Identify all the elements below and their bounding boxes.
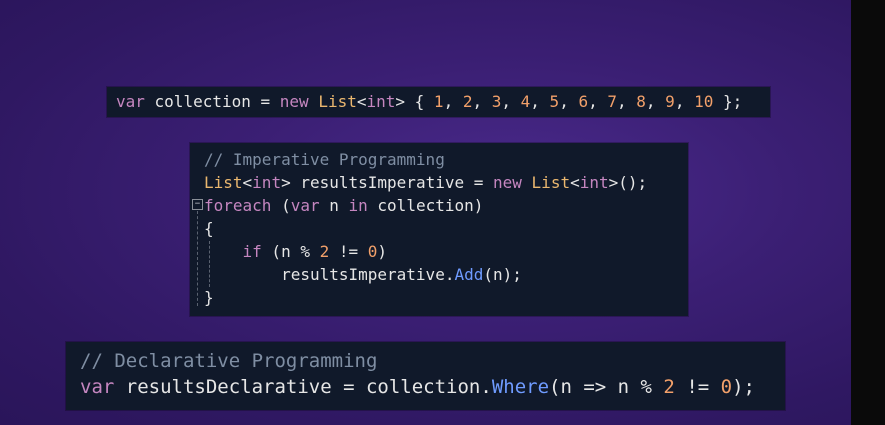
code-line: resultsImperative.Add(n); xyxy=(204,265,522,284)
code-token: } xyxy=(204,288,214,307)
code-snippet-declarative: // Declarative Programming var resultsDec… xyxy=(66,342,785,410)
code-token: != xyxy=(329,242,368,261)
code-token: int xyxy=(366,92,396,111)
code-line: var collection = new List<int> { 1, 2, 3… xyxy=(116,92,742,111)
code-token: var xyxy=(290,196,320,215)
code-token: // Declarative Programming xyxy=(80,350,378,372)
code-token: int xyxy=(252,173,282,192)
code-token: List xyxy=(204,173,243,192)
code-token: 0 xyxy=(720,376,733,398)
code-line: } xyxy=(204,288,214,307)
code-token: var xyxy=(116,92,145,111)
code-token: > resultsImperative = xyxy=(281,173,493,192)
code-token: List xyxy=(318,92,357,111)
code-token: , xyxy=(617,92,637,111)
code-token: , xyxy=(443,92,463,111)
code-token: { xyxy=(204,219,214,238)
code-token: 3 xyxy=(491,92,502,111)
code-token: 10 xyxy=(694,92,714,111)
code-token: foreach xyxy=(204,196,272,215)
code-token: 6 xyxy=(578,92,589,111)
indent-guide xyxy=(197,211,198,306)
code-token: > { xyxy=(395,92,434,111)
code-token: , xyxy=(472,92,492,111)
code-token: collection) xyxy=(367,196,484,215)
code-line: if (n % 2 != 0) xyxy=(204,242,388,261)
code-token: 8 xyxy=(636,92,646,111)
code-token: collection = xyxy=(144,92,280,111)
code-token: in xyxy=(348,196,368,215)
right-edge-bar xyxy=(851,0,885,425)
code-token: 2 xyxy=(319,242,330,261)
code-token: 7 xyxy=(607,92,617,111)
code-snippet-collection: var collection = new List<int> { 1, 2, 3… xyxy=(107,87,770,117)
code-token: , xyxy=(645,92,666,111)
code-token: 9 xyxy=(665,92,675,111)
code-token: ) xyxy=(377,242,388,261)
code-line: var resultsDeclarative = collection.Wher… xyxy=(80,376,755,398)
code-token: (n => n % xyxy=(549,376,664,398)
code-token: resultsDeclarative = collection. xyxy=(114,376,492,398)
code-token: }; xyxy=(713,92,743,111)
code-token: >(); xyxy=(608,173,648,192)
code-token: Where xyxy=(491,376,550,398)
code-token: 1 xyxy=(433,92,444,111)
code-token: 4 xyxy=(520,92,531,111)
code-line: List<int> resultsImperative = new List<i… xyxy=(204,173,647,192)
code-token: // Imperative Programming xyxy=(204,150,445,169)
code-token: 0 xyxy=(367,242,378,261)
code-line: { xyxy=(204,219,214,238)
code-token: , xyxy=(588,92,608,111)
code-token: != xyxy=(674,376,721,398)
code-token: 2 xyxy=(663,376,675,398)
code-line: foreach (var n in collection) xyxy=(204,196,483,215)
code-token: 5 xyxy=(549,92,560,111)
collapse-icon[interactable]: − xyxy=(192,199,203,210)
code-token: ); xyxy=(732,376,755,398)
code-token: (n); xyxy=(483,265,522,284)
code-token: int xyxy=(579,173,609,192)
code-token: , xyxy=(501,92,521,111)
code-token: , xyxy=(530,92,550,111)
code-token: new xyxy=(493,173,522,192)
code-token: new xyxy=(279,92,309,111)
code-token: (n % xyxy=(261,242,320,261)
code-token: < xyxy=(242,173,253,192)
code-token: , xyxy=(559,92,579,111)
code-token: if xyxy=(242,242,262,261)
code-token: ( xyxy=(271,196,291,215)
code-token: n xyxy=(319,196,349,215)
code-token: resultsImperative. xyxy=(204,265,455,284)
code-line: // Declarative Programming xyxy=(80,350,377,372)
code-token: , xyxy=(674,92,695,111)
code-token: Add xyxy=(454,265,484,284)
code-line: // Imperative Programming xyxy=(204,150,445,169)
code-token: var xyxy=(80,376,115,398)
code-token: < xyxy=(570,173,580,192)
code-snippet-imperative: − // Imperative Programming List<int> res… xyxy=(190,143,688,316)
code-token: List xyxy=(531,173,571,192)
